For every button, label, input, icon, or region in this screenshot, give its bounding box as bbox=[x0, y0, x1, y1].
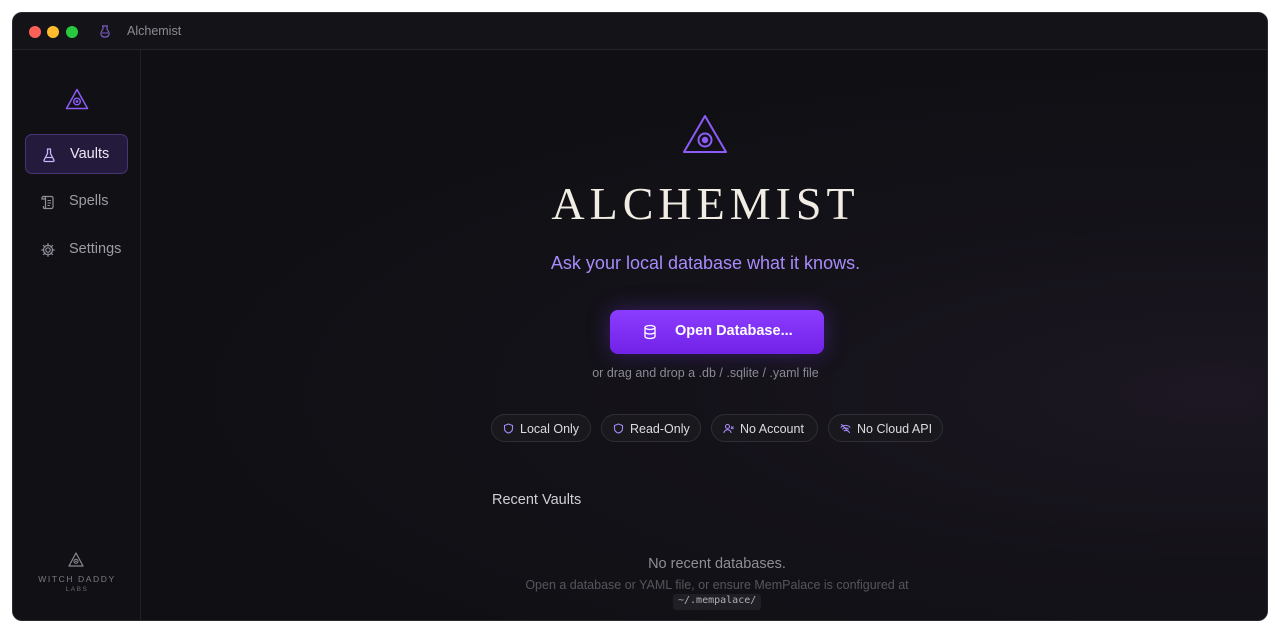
minimize-window-button[interactable] bbox=[47, 26, 59, 38]
drop-hint: or drag and drop a .db / .sqlite / .yaml… bbox=[592, 366, 819, 380]
sidebar-item-label: Spells bbox=[69, 193, 109, 209]
badge-label: No Cloud API bbox=[857, 422, 933, 436]
badge-local-only: Local Only bbox=[491, 414, 591, 442]
app-window: Alchemist Vaults Spells Settings WITCH D… bbox=[12, 12, 1268, 621]
potion-icon bbox=[100, 25, 110, 38]
badge-label: Local Only bbox=[520, 422, 580, 436]
app-heading: ALCHEMIST bbox=[551, 178, 860, 229]
shield-icon bbox=[503, 423, 514, 434]
open-database-button[interactable]: Open Database... bbox=[610, 310, 824, 354]
config-path: ~/.mempalace/ bbox=[673, 594, 762, 610]
recent-vaults-heading: Recent Vaults bbox=[492, 492, 582, 508]
sidebar-item-label: Vaults bbox=[70, 146, 110, 162]
eye-triangle-icon bbox=[68, 552, 84, 567]
tagline: Ask your local database what it knows. bbox=[550, 253, 861, 273]
empty-state-description: Open a database or YAML file, or ensure … bbox=[525, 578, 909, 592]
eye-triangle-icon[interactable] bbox=[65, 88, 89, 110]
flask-icon bbox=[43, 148, 55, 163]
sidebar-item-spells[interactable]: Spells bbox=[25, 182, 128, 222]
badge-label: Read-Only bbox=[630, 422, 690, 436]
database-icon bbox=[644, 324, 656, 340]
sidebar-item-label: Settings bbox=[69, 241, 122, 257]
sidebar-item-vaults[interactable]: Vaults bbox=[25, 134, 128, 174]
brand-subtitle: LABS bbox=[65, 586, 89, 593]
gear-icon bbox=[41, 243, 55, 257]
shield-icon bbox=[613, 423, 624, 434]
brand-name: WITCH DADDY bbox=[38, 574, 116, 584]
main-content: ALCHEMIST Ask your local database what i… bbox=[142, 50, 1267, 620]
window-title: Alchemist bbox=[127, 24, 182, 38]
sidebar-item-settings[interactable]: Settings bbox=[25, 230, 128, 270]
close-window-button[interactable] bbox=[29, 26, 41, 38]
badge-read-only: Read-Only bbox=[601, 414, 701, 442]
badge-no-account: No Account bbox=[711, 414, 818, 442]
wifi-off-icon bbox=[840, 423, 851, 434]
maximize-window-button[interactable] bbox=[66, 26, 78, 38]
badge-label: No Account bbox=[740, 422, 804, 436]
title-bar: Alchemist bbox=[13, 13, 1267, 50]
eye-triangle-icon bbox=[683, 115, 727, 153]
user-off-icon bbox=[723, 423, 734, 434]
scroll-icon bbox=[41, 195, 54, 210]
badge-no-cloud-api: No Cloud API bbox=[828, 414, 943, 442]
open-database-label: Open Database... bbox=[675, 323, 793, 339]
sidebar: Vaults Spells Settings WITCH DADDY LABS bbox=[13, 50, 141, 620]
empty-state-title: No recent databases. bbox=[648, 556, 786, 572]
